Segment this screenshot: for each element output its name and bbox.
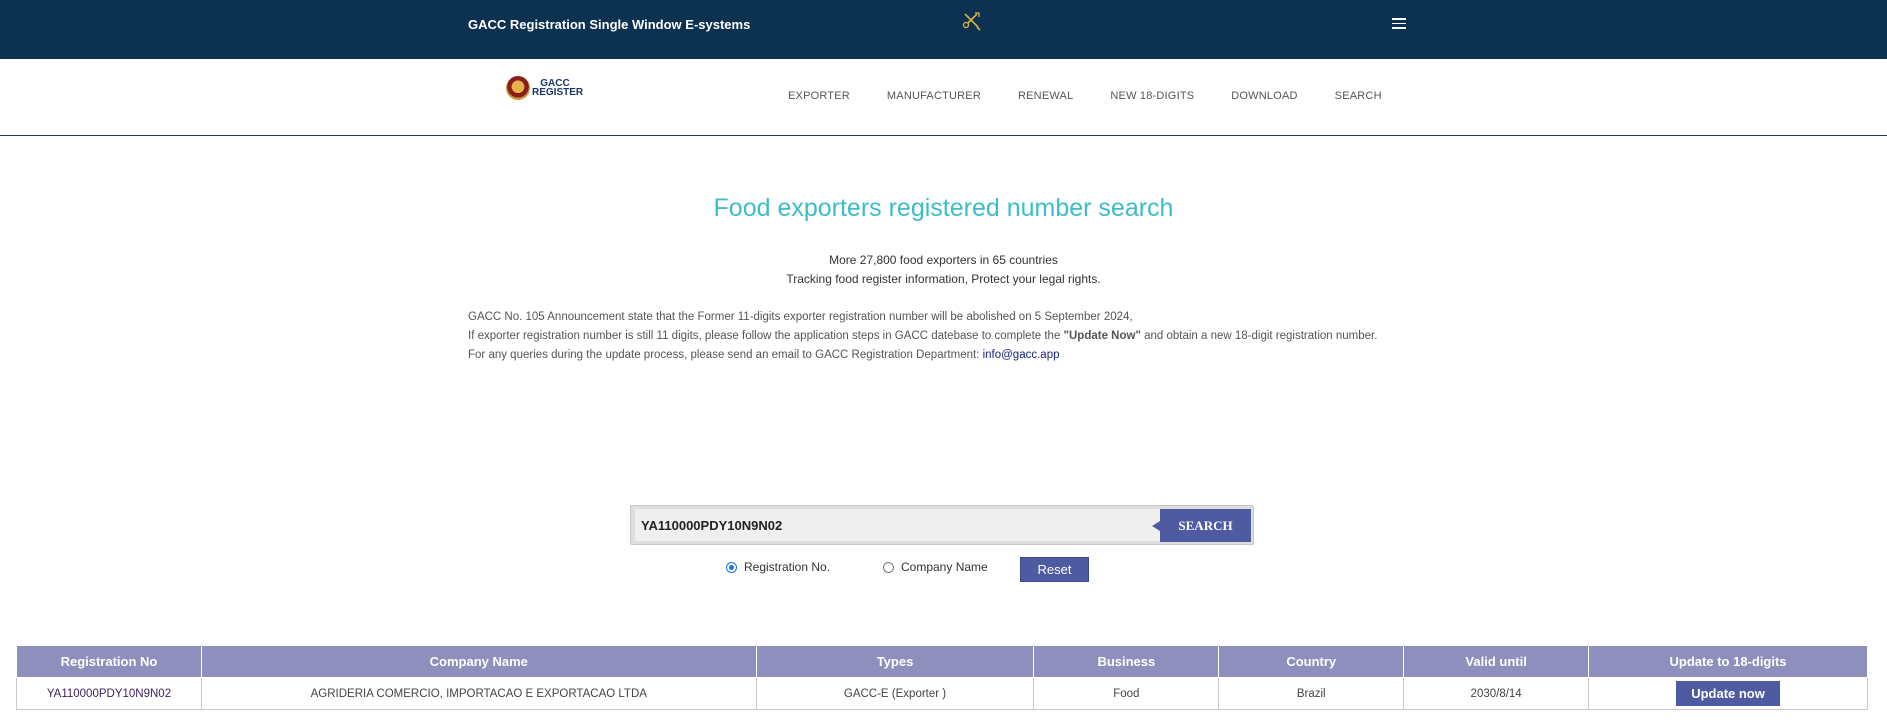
header-valid-until: Valid until <box>1403 645 1590 678</box>
results-table: Registration No Company Name Types Busin… <box>16 645 1868 710</box>
contact-email-link[interactable]: info@gacc.app <box>983 349 1060 361</box>
notice-line-3: For any queries during the update proces… <box>468 346 1377 365</box>
header-business: Business <box>1033 645 1220 678</box>
subtitle-tagline: Tracking food register information, Prot… <box>786 272 1101 286</box>
header-registration-no: Registration No <box>16 645 202 678</box>
main-navbar: GACC REGISTER EXPORTER MANUFACTURER RENE… <box>0 59 1887 136</box>
nav-links: EXPORTER MANUFACTURER RENEWAL NEW 18-DIG… <box>788 90 1419 102</box>
seal-icon <box>506 76 530 100</box>
announcement-notice: GACC No. 105 Announcement state that the… <box>468 308 1377 365</box>
notice-line-3-text: For any queries during the update proces… <box>468 349 983 361</box>
cell-update-action: Update now <box>1588 677 1868 710</box>
nav-renewal[interactable]: RENEWAL <box>1018 90 1073 102</box>
cell-types: GACC-E (Exporter ) <box>755 677 1035 710</box>
notice-update-now-emphasis: "Update Now" <box>1063 330 1141 342</box>
search-input[interactable] <box>635 509 1207 541</box>
logo-line-2: REGISTER <box>532 87 584 98</box>
header-types: Types <box>755 645 1035 678</box>
nav-manufacturer[interactable]: MANUFACTURER <box>887 90 981 102</box>
radio-unchecked-icon[interactable] <box>883 561 894 573</box>
table-header-row: Registration No Company Name Types Busin… <box>16 645 1868 678</box>
nav-search[interactable]: SEARCH <box>1335 90 1382 102</box>
notice-line-2: If exporter registration number is still… <box>468 327 1377 346</box>
header-update-18-digits: Update to 18-digits <box>1588 645 1868 678</box>
header-country: Country <box>1218 645 1405 678</box>
header-company-name: Company Name <box>200 645 757 678</box>
update-now-button[interactable]: Update now <box>1676 681 1781 706</box>
notice-line-2-text-b: and obtain a new 18-digit registration n… <box>1140 330 1378 342</box>
radio-registration-label: Registration No. <box>744 560 831 574</box>
radio-checked-icon[interactable] <box>726 561 737 573</box>
notice-line-2-text-a: If exporter registration number is still… <box>468 330 1064 342</box>
cell-business: Food <box>1033 677 1220 710</box>
tools-icon <box>962 12 981 31</box>
gacc-register-logo[interactable]: GACC REGISTER <box>506 76 584 104</box>
cell-country: Brazil <box>1218 677 1405 710</box>
cell-company-name: AGRIDERIA COMERCIO, IMPORTACAO E EXPORTA… <box>200 677 757 710</box>
nav-new-18-digits[interactable]: NEW 18-DIGITS <box>1110 90 1194 102</box>
cell-registration-no: YA110000PDY10N9N02 <box>16 677 202 710</box>
logo-text: GACC REGISTER <box>532 79 584 98</box>
reset-button[interactable]: Reset <box>1020 557 1089 582</box>
site-title: GACC Registration Single Window E-system… <box>468 17 751 32</box>
nav-download[interactable]: DOWNLOAD <box>1231 90 1297 102</box>
search-button[interactable]: SEARCH <box>1152 509 1251 542</box>
cell-valid-until: 2030/8/14 <box>1403 677 1590 710</box>
radio-registration-no[interactable]: Registration No. <box>726 560 830 574</box>
hamburger-menu-icon[interactable] <box>1390 15 1408 31</box>
subtitle-stats: More 27,800 food exporters in 65 countri… <box>829 253 1058 267</box>
table-row: YA110000PDY10N9N02 AGRIDERIA COMERCIO, I… <box>16 677 1868 710</box>
radio-company-name[interactable]: Company Name <box>883 560 988 574</box>
page-title: Food exporters registered number search <box>713 194 1174 222</box>
radio-company-label: Company Name <box>901 560 988 574</box>
search-box: SEARCH <box>630 505 1254 545</box>
notice-line-1: GACC No. 105 Announcement state that the… <box>468 311 1133 323</box>
top-bar: GACC Registration Single Window E-system… <box>0 0 1887 59</box>
nav-exporter[interactable]: EXPORTER <box>788 90 850 102</box>
